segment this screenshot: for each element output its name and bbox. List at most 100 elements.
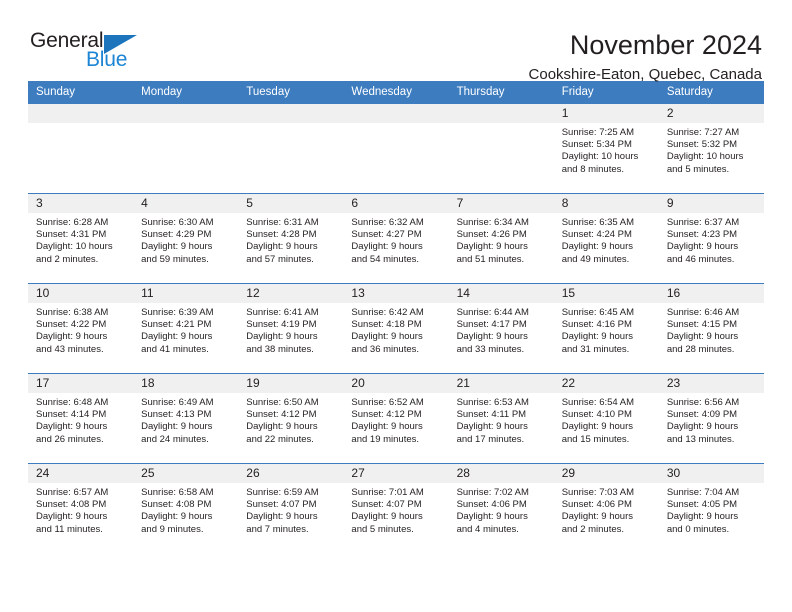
sun-info: Sunrise: 6:44 AM Sunset: 4:17 PM Daylight:… <box>449 303 554 356</box>
calendar-day-cell[interactable]: 3 Sunrise: 6:28 AM Sunset: 4:31 PM Daylight… <box>28 193 134 284</box>
calendar-day-cell[interactable]: 19 Sunrise: 6:50 AM Sunset: 4:12 PM Dayligh… <box>238 373 344 464</box>
daylight-duration-line1: Daylight: 10 hours <box>666 151 744 163</box>
sunrise-time: Sunrise: 6:30 AM <box>141 217 214 228</box>
daylight-duration-line1: Daylight: 9 hours <box>561 421 633 433</box>
sun-info: Sunrise: 6:45 AM Sunset: 4:16 PM Daylight:… <box>554 303 659 356</box>
calendar-day-cell[interactable]: 24 Sunrise: 6:57 AM Sunset: 4:08 PM Dayligh… <box>28 463 134 553</box>
calendar-day-cell[interactable] <box>133 103 239 194</box>
calendar-day-cell[interactable]: 1 Sunrise: 7:25 AM Sunset: 5:34 PM Daylight… <box>553 103 659 194</box>
sun-info: Sunrise: 6:41 AM Sunset: 4:19 PM Daylight:… <box>238 303 343 356</box>
daylight-duration-line2: and 46 minutes. <box>666 253 735 265</box>
sun-info: Sunrise: 6:34 AM Sunset: 4:26 PM Daylight:… <box>449 213 554 266</box>
calendar-day-cell[interactable]: 12 Sunrise: 6:41 AM Sunset: 4:19 PM Dayligh… <box>238 283 344 374</box>
daylight-duration-line1: Daylight: 9 hours <box>561 511 633 523</box>
day-number: 3 <box>28 194 134 213</box>
calendar-day-cell[interactable]: 4 Sunrise: 6:30 AM Sunset: 4:29 PM Daylight… <box>133 193 239 284</box>
general-blue-logo[interactable]: General Blue <box>28 30 146 76</box>
calendar-day-cell[interactable]: 7 Sunrise: 6:34 AM Sunset: 4:26 PM Daylight… <box>448 193 554 284</box>
calendar-day-cell[interactable]: 13 Sunrise: 6:42 AM Sunset: 4:18 PM Dayligh… <box>343 283 449 374</box>
calendar-day-cell[interactable]: 20 Sunrise: 6:52 AM Sunset: 4:12 PM Dayligh… <box>343 373 449 464</box>
daylight-duration-line1: Daylight: 9 hours <box>351 241 423 253</box>
sun-info: Sunrise: 6:58 AM Sunset: 4:08 PM Daylight:… <box>133 483 238 536</box>
sun-info: Sunrise: 6:56 AM Sunset: 4:09 PM Daylight:… <box>659 393 764 446</box>
day-number: 7 <box>448 194 554 213</box>
calendar-day-cell[interactable]: 6 Sunrise: 6:32 AM Sunset: 4:27 PM Daylight… <box>343 193 449 284</box>
calendar-day-cell[interactable]: 15 Sunrise: 6:45 AM Sunset: 4:16 PM Dayligh… <box>553 283 659 374</box>
calendar-day-cell[interactable]: 14 Sunrise: 6:44 AM Sunset: 4:17 PM Dayligh… <box>448 283 554 374</box>
calendar-body: 1 Sunrise: 7:25 AM Sunset: 5:34 PM Daylight… <box>28 103 764 553</box>
day-number: 5 <box>238 194 344 213</box>
daylight-duration-line2: and 2 minutes. <box>561 523 625 535</box>
sunset-time: Sunset: 4:18 PM <box>351 319 422 331</box>
day-number: 25 <box>133 464 239 483</box>
calendar-day-cell[interactable]: 23 Sunrise: 6:56 AM Sunset: 4:09 PM Dayligh… <box>658 373 764 464</box>
sunset-time: Sunset: 4:13 PM <box>141 409 212 421</box>
calendar-day-cell[interactable]: 11 Sunrise: 6:39 AM Sunset: 4:21 PM Dayligh… <box>133 283 239 374</box>
calendar-day-cell[interactable]: 27 Sunrise: 7:01 AM Sunset: 4:07 PM Dayligh… <box>343 463 449 553</box>
sun-info: Sunrise: 6:37 AM Sunset: 4:23 PM Daylight:… <box>659 213 764 266</box>
month-calendar: Sunday Monday Tuesday Wednesday Thursday… <box>28 81 764 553</box>
day-number <box>343 104 449 123</box>
calendar-week-row: 10 Sunrise: 6:38 AM Sunset: 4:22 PM Dayligh… <box>28 283 764 374</box>
daylight-duration-line1: Daylight: 9 hours <box>456 421 528 433</box>
calendar-day-cell[interactable] <box>238 103 344 194</box>
calendar-day-cell[interactable]: 21 Sunrise: 6:53 AM Sunset: 4:11 PM Dayligh… <box>448 373 554 464</box>
sunrise-time: Sunrise: 7:04 AM <box>666 487 740 498</box>
day-cell-content: 27 Sunrise: 7:01 AM Sunset: 4:07 PM Dayligh… <box>343 464 449 552</box>
daylight-duration-line2: and 59 minutes. <box>141 253 209 265</box>
calendar-week-row: 3 Sunrise: 6:28 AM Sunset: 4:31 PM Daylight… <box>28 193 764 284</box>
day-cell-content: 17 Sunrise: 6:48 AM Sunset: 4:14 PM Dayligh… <box>28 374 134 462</box>
day-cell-content: 11 Sunrise: 6:39 AM Sunset: 4:21 PM Dayligh… <box>133 284 239 372</box>
daylight-duration-line1: Daylight: 9 hours <box>456 241 528 253</box>
sun-info: Sunrise: 6:31 AM Sunset: 4:28 PM Daylight:… <box>238 213 343 266</box>
daylight-duration-line2: and 4 minutes. <box>456 523 519 535</box>
sunrise-time: Sunrise: 6:59 AM <box>246 487 319 498</box>
sun-info: Sunrise: 7:04 AM Sunset: 4:05 PM Daylight:… <box>659 483 764 536</box>
calendar-day-cell[interactable]: 9 Sunrise: 6:37 AM Sunset: 4:23 PM Daylight… <box>658 193 764 284</box>
day-cell-content: 10 Sunrise: 6:38 AM Sunset: 4:22 PM Dayligh… <box>28 284 134 372</box>
calendar-day-cell[interactable] <box>343 103 449 194</box>
calendar-day-cell[interactable] <box>448 103 554 194</box>
calendar-day-cell[interactable]: 28 Sunrise: 7:02 AM Sunset: 4:06 PM Dayligh… <box>448 463 554 553</box>
calendar-day-cell[interactable]: 8 Sunrise: 6:35 AM Sunset: 4:24 PM Daylight… <box>553 193 659 284</box>
sunrise-time: Sunrise: 6:48 AM <box>36 397 109 408</box>
calendar-day-cell[interactable]: 2 Sunrise: 7:27 AM Sunset: 5:32 PM Daylight… <box>658 103 764 194</box>
empty-day <box>343 104 449 192</box>
empty-day <box>133 104 239 192</box>
sun-info: Sunrise: 7:03 AM Sunset: 4:06 PM Daylight:… <box>554 483 659 536</box>
daylight-duration-line2: and 15 minutes. <box>561 433 630 445</box>
calendar-day-cell[interactable]: 22 Sunrise: 6:54 AM Sunset: 4:10 PM Dayligh… <box>553 373 659 464</box>
daylight-duration-line1: Daylight: 9 hours <box>141 241 213 253</box>
day-number: 15 <box>553 284 659 303</box>
calendar-week-row: 17 Sunrise: 6:48 AM Sunset: 4:14 PM Dayligh… <box>28 373 764 464</box>
daylight-duration-line2: and 11 minutes. <box>36 523 103 535</box>
day-number: 28 <box>448 464 554 483</box>
calendar-day-cell[interactable]: 16 Sunrise: 6:46 AM Sunset: 4:15 PM Dayligh… <box>658 283 764 374</box>
sun-info: Sunrise: 6:39 AM Sunset: 4:21 PM Daylight:… <box>133 303 238 356</box>
calendar-day-cell[interactable]: 18 Sunrise: 6:49 AM Sunset: 4:13 PM Dayligh… <box>133 373 239 464</box>
day-number <box>238 104 344 123</box>
calendar-day-cell[interactable]: 17 Sunrise: 6:48 AM Sunset: 4:14 PM Dayligh… <box>28 373 134 464</box>
sunset-time: Sunset: 4:07 PM <box>246 499 317 511</box>
calendar-day-cell[interactable]: 26 Sunrise: 6:59 AM Sunset: 4:07 PM Dayligh… <box>238 463 344 553</box>
daylight-duration-line2: and 38 minutes. <box>246 343 314 355</box>
day-cell-content: 25 Sunrise: 6:58 AM Sunset: 4:08 PM Dayligh… <box>133 464 239 552</box>
daylight-duration-line2: and 43 minutes. <box>36 343 104 355</box>
sun-info: Sunrise: 6:57 AM Sunset: 4:08 PM Daylight:… <box>28 483 133 536</box>
sun-info: Sunrise: 6:35 AM Sunset: 4:24 PM Daylight:… <box>554 213 659 266</box>
calendar-day-cell[interactable]: 10 Sunrise: 6:38 AM Sunset: 4:22 PM Dayligh… <box>28 283 134 374</box>
calendar-day-cell[interactable]: 29 Sunrise: 7:03 AM Sunset: 4:06 PM Dayligh… <box>553 463 659 553</box>
calendar-day-cell[interactable]: 30 Sunrise: 7:04 AM Sunset: 4:05 PM Dayligh… <box>658 463 764 553</box>
sunrise-time: Sunrise: 6:56 AM <box>666 397 740 408</box>
sunrise-time: Sunrise: 6:44 AM <box>456 307 529 318</box>
day-number: 27 <box>343 464 449 483</box>
daylight-duration-line1: Daylight: 9 hours <box>246 421 318 433</box>
calendar-day-cell[interactable] <box>28 103 134 194</box>
sun-info: Sunrise: 6:46 AM Sunset: 4:15 PM Daylight:… <box>659 303 764 356</box>
daylight-duration-line2: and 22 minutes. <box>246 433 314 445</box>
logo-text-blue: Blue <box>86 48 128 71</box>
calendar-day-cell[interactable]: 25 Sunrise: 6:58 AM Sunset: 4:08 PM Dayligh… <box>133 463 239 553</box>
sun-info: Sunrise: 6:32 AM Sunset: 4:27 PM Daylight:… <box>343 213 448 266</box>
calendar-day-cell[interactable]: 5 Sunrise: 6:31 AM Sunset: 4:28 PM Daylight… <box>238 193 344 284</box>
day-cell-content: 18 Sunrise: 6:49 AM Sunset: 4:13 PM Dayligh… <box>133 374 239 462</box>
